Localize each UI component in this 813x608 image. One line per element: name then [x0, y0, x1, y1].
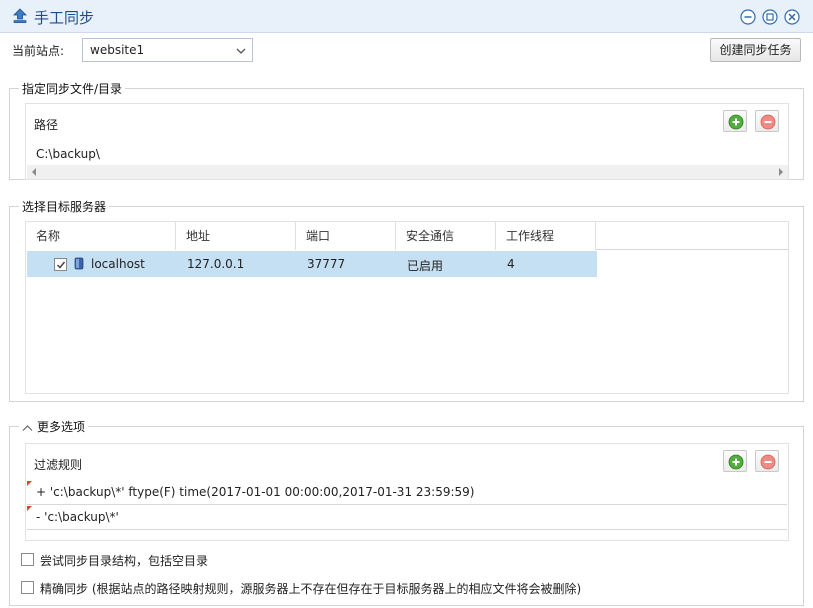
- paths-header: 路径: [34, 118, 59, 132]
- remove-rule-button[interactable]: [755, 450, 779, 472]
- server-checkbox[interactable]: [54, 258, 67, 271]
- add-rule-button[interactable]: [723, 450, 747, 472]
- filter-rules-panel: 过滤规则 + 'c:\backup\*' ftype(F) time(2017-…: [25, 443, 789, 541]
- server-secure: 已启用: [407, 259, 444, 273]
- server-icon: [74, 257, 84, 273]
- path-item[interactable]: C:\backup\: [36, 147, 100, 161]
- paths-panel: 路径 C:\backup\: [25, 103, 789, 180]
- table-row[interactable]: localhost 127.0.0.1 37777 已启用 4: [27, 251, 597, 277]
- create-task-button[interactable]: 创建同步任务: [710, 38, 801, 62]
- exact-sync-label[interactable]: 精确同步 (根据站点的路径映射规则，源服务器上不存在但存在于目标服务器上的相应文…: [40, 580, 581, 597]
- server-name: localhost: [91, 257, 145, 271]
- window-title: 手工同步: [34, 9, 95, 27]
- remove-path-button[interactable]: [755, 110, 779, 132]
- filter-rules-header: 过滤规则: [34, 458, 83, 472]
- server-address: 127.0.0.1: [187, 257, 245, 271]
- column-header[interactable]: 端口: [296, 222, 396, 250]
- chevron-up-icon: [22, 421, 33, 435]
- filter-rule-row[interactable]: - 'c:\backup\*': [27, 506, 787, 530]
- server-port: 37777: [307, 257, 346, 271]
- column-header[interactable]: 安全通信: [396, 222, 496, 250]
- remove-icon: [760, 114, 776, 130]
- scroll-left-icon[interactable]: [32, 168, 36, 176]
- more-options-toggle[interactable]: 更多选项: [19, 418, 89, 435]
- site-label: 当前站点:: [12, 44, 65, 58]
- exact-sync-checkbox[interactable]: [21, 581, 34, 594]
- close-icon[interactable]: [784, 9, 800, 25]
- site-select-value: website1: [90, 43, 145, 57]
- title-bar: 手工同步: [0, 0, 813, 33]
- column-header[interactable]: 工作线程: [496, 222, 596, 250]
- scroll-right-icon[interactable]: [779, 168, 783, 176]
- minimize-icon[interactable]: [740, 9, 756, 25]
- column-header[interactable]: 地址: [176, 222, 296, 250]
- filter-rule-text: + 'c:\backup\*' ftype(F) time(2017-01-01…: [36, 485, 475, 499]
- servers-group: 名称 地址 端口 安全通信 工作线程 localhost 127.0.0.1 3…: [9, 206, 804, 402]
- column-header[interactable]: 名称: [26, 222, 176, 250]
- more-options-title: 更多选项: [37, 420, 86, 434]
- sync-dirs-label[interactable]: 尝试同步目录结构，包括空目录: [40, 552, 208, 569]
- table-header: 名称 地址 端口 安全通信 工作线程: [26, 222, 788, 250]
- servers-group-title: 选择目标服务器: [19, 198, 110, 215]
- more-options-group: 过滤规则 + 'c:\backup\*' ftype(F) time(2017-…: [9, 426, 804, 606]
- upload-icon: [12, 8, 28, 24]
- add-icon: [728, 454, 744, 470]
- edit-marker-icon: [27, 506, 32, 511]
- chevron-down-icon: [236, 45, 246, 59]
- edit-marker-icon: [27, 481, 32, 486]
- paths-group-title: 指定同步文件/目录: [19, 80, 126, 97]
- paths-group: 路径 C:\backup\: [9, 88, 804, 180]
- filter-rule-row[interactable]: + 'c:\backup\*' ftype(F) time(2017-01-01…: [27, 481, 787, 505]
- restore-icon[interactable]: [762, 9, 778, 25]
- remove-icon: [760, 454, 776, 470]
- sync-dirs-checkbox[interactable]: [21, 553, 34, 566]
- server-threads: 4: [507, 257, 515, 271]
- add-icon: [728, 114, 744, 130]
- horizontal-scrollbar[interactable]: [27, 165, 788, 179]
- servers-table: 名称 地址 端口 安全通信 工作线程 localhost 127.0.0.1 3…: [25, 221, 789, 394]
- filter-rule-text: - 'c:\backup\*': [36, 510, 119, 524]
- add-path-button[interactable]: [723, 110, 747, 132]
- site-select[interactable]: website1: [82, 38, 253, 62]
